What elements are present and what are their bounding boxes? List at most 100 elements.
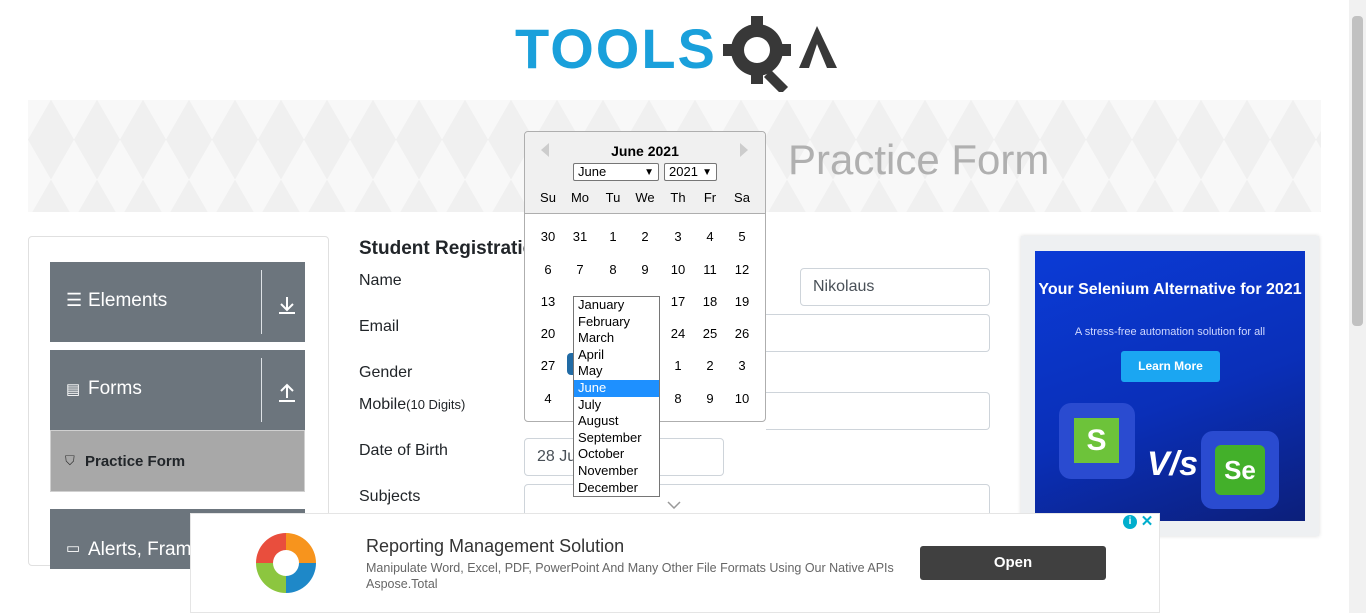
month-option[interactable]: July	[574, 397, 659, 414]
last-name-input[interactable]: Nikolaus	[800, 268, 990, 306]
weekday-label: We	[635, 190, 655, 205]
calendar-day[interactable]: 26	[728, 323, 756, 345]
weekday-label: Su	[540, 190, 556, 205]
weekday-label: Fr	[703, 190, 717, 205]
calendar-day[interactable]: 2	[696, 355, 724, 377]
close-icon[interactable]: ✕	[1139, 514, 1155, 530]
calendar-day[interactable]: 6	[534, 259, 562, 281]
calendar-day[interactable]: 5	[728, 226, 756, 248]
calendar-day[interactable]: 4	[696, 226, 724, 248]
ad-bottom[interactable]: Reporting Management Solution Manipulate…	[190, 513, 1160, 613]
month-option[interactable]: September	[574, 430, 659, 447]
sidebar-group-label: Elements	[88, 290, 168, 311]
month-option[interactable]: December	[574, 480, 659, 497]
ad-info-icon[interactable]: i	[1123, 515, 1137, 529]
month-option[interactable]: March	[574, 330, 659, 347]
datepicker-header: June 2021 June ▼ 2021 ▼ Su Mo Tu We Th Fr Sa	[525, 132, 765, 214]
calendar-day[interactable]: 1	[599, 226, 627, 248]
ad-right[interactable]: Your Selenium Alternative for 2021 A str…	[1021, 236, 1319, 536]
calendar-day[interactable]: 3	[664, 226, 692, 248]
ad-bottom-description: Manipulate Word, Excel, PDF, PowerPoint …	[366, 561, 894, 591]
month-option[interactable]: November	[574, 463, 659, 480]
calendar-day[interactable]: 9	[631, 259, 659, 281]
month-option[interactable]: May	[574, 363, 659, 380]
svg-text:TOOLS: TOOLS	[515, 17, 717, 80]
month-option[interactable]: January	[574, 297, 659, 314]
calendar-day[interactable]: 8	[664, 388, 692, 410]
calendar-day[interactable]: 18	[696, 291, 724, 313]
sidebar-item-label: Practice Form	[85, 453, 186, 470]
open-button[interactable]: Open	[920, 546, 1106, 580]
name-label: Name	[359, 272, 402, 289]
sidebar-group-label: Forms	[88, 378, 142, 399]
subjects-label: Subjects	[359, 488, 421, 505]
calendar-day[interactable]: 13	[534, 291, 562, 313]
katalon-logo: S	[1059, 403, 1135, 479]
calendar-day[interactable]: 25	[696, 323, 724, 345]
toolsqa-logo[interactable]: TOOLS	[515, 14, 840, 95]
month-option[interactable]: June	[574, 379, 659, 397]
calendar-day[interactable]: 11	[696, 259, 724, 281]
calendar-day[interactable]: 17	[664, 291, 692, 313]
month-option[interactable]: August	[574, 413, 659, 430]
calendar-day[interactable]: 31	[566, 226, 594, 248]
calendar-day[interactable]: 1	[664, 355, 692, 377]
ad-right-creative[interactable]: Your Selenium Alternative for 2021 A str…	[1035, 251, 1305, 521]
mobile-input[interactable]	[766, 392, 990, 430]
month-dropdown-list[interactable]: January February March April May June July Augu…	[573, 296, 660, 497]
window-icon: ▭	[66, 540, 81, 557]
calendar-day[interactable]: 27	[534, 355, 562, 377]
calendar-day[interactable]: 12	[728, 259, 756, 281]
calendar-day[interactable]: 2	[631, 226, 659, 248]
month-select-value: June	[578, 164, 607, 179]
calendar-day[interactable]: 9	[696, 388, 724, 410]
page-scrollbar[interactable]	[1349, 0, 1366, 613]
year-select[interactable]: 2021 ▼	[664, 163, 717, 181]
month-option[interactable]: April	[574, 347, 659, 364]
mobile-label-text: Mobile	[359, 396, 407, 413]
calendar-day[interactable]: 8	[599, 259, 627, 281]
chevron-down-icon: ▼	[644, 167, 654, 178]
calendar-day[interactable]: 19	[728, 291, 756, 313]
month-select[interactable]: June ▼	[573, 163, 659, 181]
gender-label: Gender	[359, 364, 413, 381]
weekday-label: Mo	[570, 190, 590, 205]
mobile-label: Mobile(10 Digits)	[359, 396, 465, 414]
calendar-day[interactable]: 24	[664, 323, 692, 345]
month-option[interactable]: October	[574, 446, 659, 463]
calendar-day[interactable]: 3	[728, 355, 756, 377]
calendar-day[interactable]: 10	[664, 259, 692, 281]
katalon-logo-letter: S	[1074, 418, 1119, 463]
divider	[261, 270, 262, 334]
sidebar-group-elements[interactable]: ☰ Elements	[50, 262, 305, 342]
form-title: Student Registration Form	[359, 238, 529, 259]
document-icon: ▤	[66, 381, 81, 398]
aspose-logo	[256, 533, 316, 593]
divider	[261, 358, 262, 422]
chevron-down-icon	[667, 501, 681, 509]
ad-bottom-title: Reporting Management Solution	[366, 536, 625, 556]
banner-title: Practice Form	[788, 136, 1050, 183]
hamburger-icon: ☰	[66, 290, 83, 310]
next-month-icon[interactable]	[740, 143, 748, 157]
sidebar-group-forms[interactable]: ▤ Forms	[50, 350, 305, 430]
selenium-logo: Se	[1201, 431, 1279, 509]
calendar-day[interactable]: 30	[534, 226, 562, 248]
email-input[interactable]	[766, 314, 990, 352]
calendar-day[interactable]: 20	[534, 323, 562, 345]
weekday-label: Tu	[605, 190, 621, 205]
weekday-label: Sa	[734, 190, 750, 205]
ad-headline: Your Selenium Alternative for 2021	[1038, 281, 1302, 298]
vs-text: V/s	[1147, 445, 1199, 483]
learn-more-button[interactable]: Learn More	[1121, 351, 1220, 382]
sidebar-item-practice-form[interactable]: ⛉ Practice Form	[50, 430, 305, 492]
scrollbar-thumb[interactable]	[1352, 16, 1363, 326]
month-option[interactable]: February	[574, 314, 659, 331]
calendar-day[interactable]: 4	[534, 388, 562, 410]
calendar-day[interactable]: 10	[728, 388, 756, 410]
email-label: Email	[359, 318, 400, 335]
ad-subtext: A stress-free automation solution for al…	[1074, 326, 1266, 338]
weekday-label: Th	[670, 190, 686, 205]
calendar-day[interactable]: 7	[566, 259, 594, 281]
selenium-logo-letters: Se	[1215, 445, 1265, 495]
